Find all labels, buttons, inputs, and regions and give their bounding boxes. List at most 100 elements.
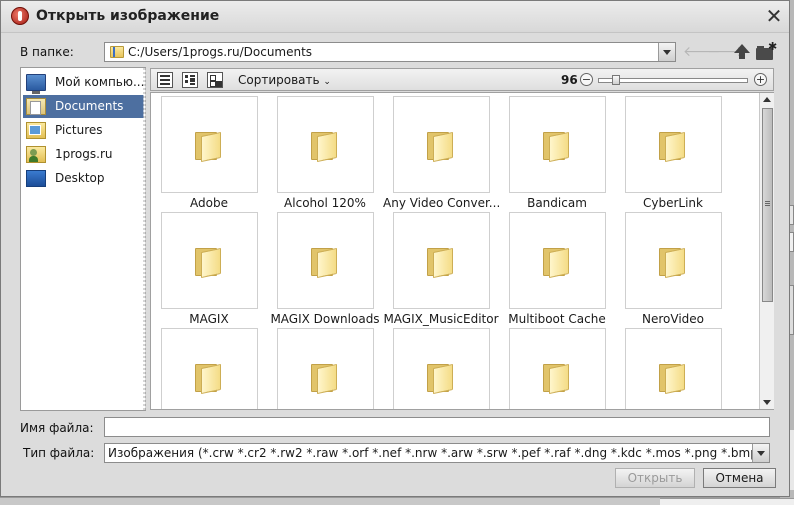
sidebar-item-desktop[interactable]: Desktop: [23, 167, 144, 190]
up-folder-icon[interactable]: [733, 43, 751, 61]
folder-name: Adobe: [190, 196, 228, 210]
path-text: C:/Users/1progs.ru/Documents: [128, 45, 313, 59]
folder-front: [433, 131, 453, 163]
folder-name: MAGIX_MusicEditor: [383, 312, 499, 326]
desktop-icon: [26, 170, 46, 187]
filetype-combobox[interactable]: Изображения (*.crw *.cr2 *.rw2 *.raw *.o…: [104, 443, 770, 463]
background-window-bottom: [0, 498, 794, 505]
cancel-button[interactable]: Отмена: [703, 468, 776, 488]
folder-front: [549, 363, 569, 395]
sidebar-item-documents[interactable]: Documents: [23, 95, 144, 118]
folder-tile[interactable]: [393, 212, 490, 309]
back-arrow-icon[interactable]: 🡐: [683, 43, 721, 61]
folder-icon: [195, 362, 223, 395]
sidebar-item-label: Pictures: [55, 123, 103, 137]
folder-icon: [427, 362, 455, 395]
filename-input[interactable]: [104, 417, 770, 437]
folder-icon: [195, 130, 223, 163]
sidebar-item-user[interactable]: 1progs.ru: [23, 143, 144, 166]
folder-tile[interactable]: [277, 96, 374, 193]
zoom-slider-track[interactable]: [598, 78, 748, 83]
folder-tile[interactable]: [161, 212, 258, 309]
sort-button[interactable]: Сортировать ⌄: [238, 73, 331, 87]
chevron-down-icon[interactable]: [752, 444, 769, 462]
detail-view-icon[interactable]: [182, 72, 198, 88]
folder-tile[interactable]: [509, 212, 606, 309]
scroll-up-icon[interactable]: [763, 97, 771, 102]
background-strip: [660, 498, 794, 505]
folder-name: NeroVideo: [642, 312, 704, 326]
folder-tile[interactable]: [393, 328, 490, 409]
filename-label: Имя файла:: [20, 421, 94, 435]
folder-front: [433, 247, 453, 279]
new-folder-icon[interactable]: ✱: [756, 40, 778, 61]
chevron-down-icon: ⌄: [323, 77, 331, 87]
folder-tile[interactable]: [161, 328, 258, 409]
folder-tile[interactable]: [393, 96, 490, 193]
title-bar[interactable]: Открыть изображение ✕: [1, 1, 789, 33]
list-view-icon[interactable]: [157, 72, 173, 88]
folder-icon: [543, 246, 571, 279]
folder-name: Any Video Conver...: [383, 196, 499, 210]
zoom-in-icon[interactable]: +: [754, 73, 767, 86]
folder-icon: [543, 362, 571, 395]
folder-icon: [659, 246, 687, 279]
folder-front: [549, 131, 569, 163]
folder-tile[interactable]: [509, 96, 606, 193]
pictures-folder-icon: [26, 122, 46, 139]
file-grid: Adobe Alcohol 120% Any Video Conver... Band…: [150, 92, 774, 410]
folder-front: [549, 247, 569, 279]
folder-name: MAGIX Downloads: [270, 312, 380, 326]
folder-icon: [311, 130, 339, 163]
forward-arrow-icon[interactable]: 🡒: [707, 43, 745, 61]
folder-icon: [110, 46, 124, 58]
folder-name: MAGIX: [189, 312, 229, 326]
folder-tile[interactable]: [625, 212, 722, 309]
scrollbar-thumb[interactable]: [762, 108, 773, 302]
folder-name: Bandicam: [527, 196, 587, 210]
open-image-dialog: Открыть изображение ✕ В папке: C:/Users/…: [0, 0, 790, 497]
folder-front: [665, 131, 685, 163]
sidebar-item-pictures[interactable]: Pictures: [23, 119, 144, 142]
scroll-down-icon[interactable]: [763, 400, 771, 405]
folder-tile[interactable]: [277, 212, 374, 309]
thumbnail-view-icon[interactable]: [207, 72, 223, 88]
folder-name: Alcohol 120%: [284, 196, 366, 210]
filetype-value: Изображения (*.crw *.cr2 *.rw2 *.raw *.o…: [108, 446, 752, 460]
folder-front: [665, 363, 685, 395]
folder-icon: [427, 246, 455, 279]
folder-front: [201, 131, 221, 163]
sidebar-item-label: 1progs.ru: [55, 147, 113, 161]
sparkle-icon: ✱: [768, 40, 778, 53]
folder-label: В папке:: [20, 45, 74, 59]
folder-icon: [195, 246, 223, 279]
places-sidebar: Мой компью... Documents Pictures 1progs.…: [20, 67, 146, 411]
open-button[interactable]: Открыть: [615, 468, 695, 488]
path-combobox[interactable]: C:/Users/1progs.ru/Documents: [104, 42, 676, 62]
folder-front: [201, 247, 221, 279]
sidebar-item-label: Documents: [55, 99, 124, 113]
folder-front: [317, 247, 337, 279]
sort-label: Сортировать: [238, 73, 320, 87]
view-toolbar: Сортировать ⌄ 96 − +: [150, 68, 774, 91]
zoom-slider-thumb[interactable]: [612, 75, 620, 85]
splitter-handle[interactable]: [143, 68, 146, 410]
folder-tile[interactable]: [625, 96, 722, 193]
folder-front: [433, 363, 453, 395]
folder-icon: [659, 130, 687, 163]
chevron-down-icon[interactable]: [658, 43, 675, 61]
sidebar-item-my-computer[interactable]: Мой компью...: [23, 71, 144, 94]
close-icon[interactable]: ✕: [763, 6, 785, 28]
zoom-out-icon[interactable]: −: [580, 73, 593, 86]
folder-icon: [543, 130, 571, 163]
folder-tile[interactable]: [509, 328, 606, 409]
folder-tile[interactable]: [161, 96, 258, 193]
dialog-title: Открыть изображение: [36, 8, 220, 24]
vertical-scrollbar[interactable]: [759, 93, 774, 409]
folder-icon: [659, 362, 687, 395]
user-folder-icon: [26, 146, 46, 163]
folder-tile[interactable]: [277, 328, 374, 409]
folder-tile[interactable]: [625, 328, 722, 409]
folder-name: Multiboot Cache: [508, 312, 606, 326]
folder-front: [201, 363, 221, 395]
